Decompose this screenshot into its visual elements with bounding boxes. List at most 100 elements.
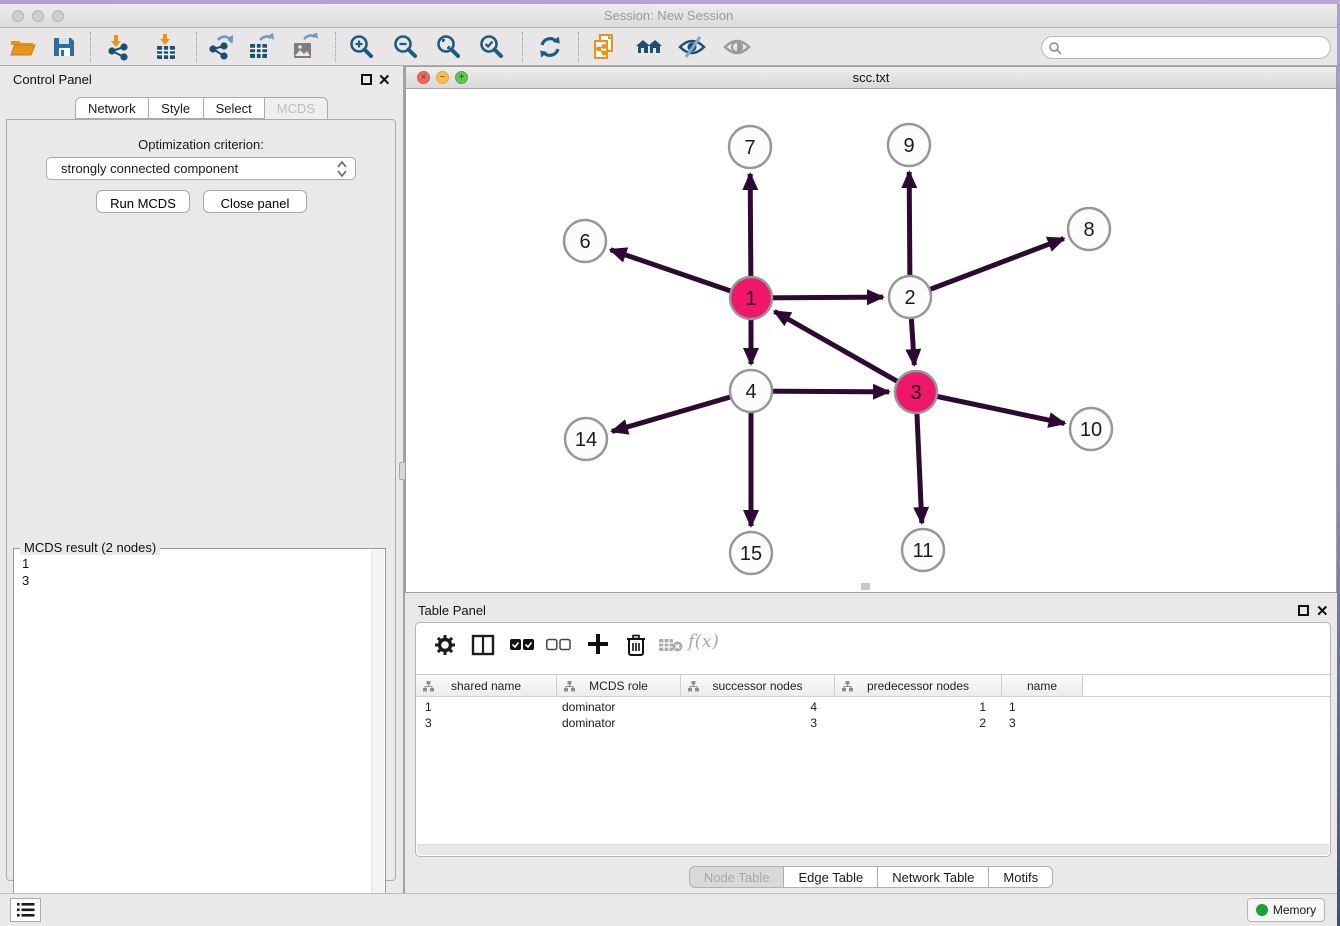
export-image-icon[interactable]	[291, 33, 319, 61]
float-panel-icon[interactable]	[1298, 605, 1309, 616]
deselect-all-icon[interactable]	[546, 638, 572, 654]
refresh-icon[interactable]	[536, 33, 564, 61]
graph-node-2[interactable]: 2	[889, 276, 931, 318]
save-session-icon[interactable]	[50, 33, 78, 61]
column-header-mcds-role[interactable]: MCDS role	[557, 675, 681, 696]
graph-edge-3-1[interactable]	[774, 311, 916, 392]
criterion-select[interactable]: strongly connected component	[46, 157, 356, 180]
search-icon	[1048, 41, 1063, 56]
show-columns-icon[interactable]	[471, 634, 495, 659]
select-stepper-icon	[337, 160, 347, 178]
network-hscroll-thumb[interactable]	[861, 583, 870, 590]
column-label: name	[1027, 679, 1057, 693]
cell-predecessor-nodes[interactable]: 2	[835, 715, 1002, 731]
cell-shared-name[interactable]: 3	[416, 715, 557, 731]
cell-name[interactable]: 1	[1002, 699, 1083, 715]
toolbar-separator	[196, 32, 197, 62]
float-panel-icon[interactable]	[361, 74, 372, 85]
tab-network-table[interactable]: Network Table	[878, 866, 989, 888]
column-header-shared-name[interactable]: shared name	[416, 675, 557, 696]
table-hscrollbar[interactable]	[417, 844, 1329, 855]
delete-column-icon[interactable]	[626, 634, 646, 660]
zoom-in-icon[interactable]	[348, 33, 376, 61]
graph-node-4[interactable]: 4	[730, 370, 772, 412]
graph-node-label: 15	[740, 543, 762, 565]
column-header-name[interactable]: name	[1002, 675, 1083, 696]
function-builder-icon[interactable]: f(x)	[688, 631, 719, 652]
tab-style[interactable]: Style	[149, 97, 204, 119]
export-table-icon[interactable]	[247, 33, 275, 61]
graph-node-9[interactable]: 9	[888, 124, 930, 166]
memory-status-icon	[1256, 904, 1268, 916]
mcds-result-title: MCDS result (2 nodes)	[20, 540, 160, 555]
cell-name[interactable]: 3	[1002, 715, 1083, 731]
close-panel-icon[interactable]: ✕	[378, 71, 391, 89]
import-network-icon[interactable]	[104, 33, 132, 61]
tab-edge-table[interactable]: Edge Table	[784, 866, 878, 888]
tab-mcds[interactable]: MCDS	[265, 97, 328, 119]
graph-node-8[interactable]: 8	[1068, 208, 1110, 250]
graph-node-6[interactable]: 6	[564, 220, 606, 262]
table-row[interactable]: 1 dominator 4 1 1	[416, 699, 1330, 715]
add-column-icon[interactable]	[586, 632, 610, 659]
cell-shared-name[interactable]: 1	[416, 699, 557, 715]
column-header-predecessor-nodes[interactable]: predecessor nodes	[835, 675, 1002, 696]
eye-slash-icon[interactable]	[678, 33, 706, 61]
cell-mcds-role[interactable]: dominator	[557, 699, 681, 715]
select-all-icon[interactable]	[510, 638, 536, 654]
export-network-icon[interactable]	[206, 33, 234, 61]
close-panel-icon[interactable]: ✕	[1316, 602, 1329, 620]
graph-node-label: 6	[579, 231, 590, 253]
tab-node-table[interactable]: Node Table	[689, 866, 785, 888]
delete-table-icon[interactable]	[659, 638, 683, 655]
graph-node-label: 9	[903, 135, 914, 157]
run-mcds-button[interactable]: Run MCDS	[96, 190, 190, 213]
graph-node-7[interactable]: 7	[729, 126, 771, 168]
graph-node-label: 2	[904, 287, 915, 309]
task-history-button[interactable]	[10, 898, 41, 922]
graph-edge-3-10[interactable]	[916, 392, 1065, 423]
graph-node-15[interactable]: 15	[730, 532, 772, 574]
column-header-successor-nodes[interactable]: successor nodes	[681, 675, 835, 696]
graph-node-label: 4	[745, 381, 756, 403]
graph-node-1[interactable]: 1	[730, 277, 772, 319]
cell-successor-nodes[interactable]: 3	[681, 715, 835, 731]
table-row[interactable]: 3 dominator 3 2 3	[416, 715, 1330, 731]
tab-motifs[interactable]: Motifs	[989, 866, 1053, 888]
graph-node-3[interactable]: 3	[895, 371, 937, 413]
graph-edge-1-6[interactable]	[611, 250, 751, 298]
zoom-selected-icon[interactable]	[478, 33, 506, 61]
mcds-panel: Optimization criterion: strongly connect…	[6, 119, 396, 881]
import-table-icon[interactable]	[152, 33, 180, 61]
mcds-result-scrollbar[interactable]	[371, 550, 384, 924]
graph-edge-2-8[interactable]	[910, 239, 1064, 297]
table-header-row: shared name MCDS role successor nodes pr…	[416, 674, 1330, 697]
cell-mcds-role[interactable]: dominator	[557, 715, 681, 731]
control-panel: Control Panel ✕ Network Style Select MCD…	[0, 66, 403, 893]
graph-node-10[interactable]: 10	[1070, 408, 1112, 450]
cell-successor-nodes[interactable]: 4	[681, 699, 835, 715]
tab-select[interactable]: Select	[204, 97, 265, 119]
graph-node-14[interactable]: 14	[565, 418, 607, 460]
control-panel-header: Control Panel ✕	[0, 66, 403, 94]
network-graph[interactable]: 7 9 6 8 1 2 4 3 14 10 15 11	[406, 89, 1336, 592]
table-settings-gear-icon[interactable]	[434, 634, 456, 659]
toolbar-separator	[90, 32, 91, 62]
network-window-titlebar[interactable]: × − + scc.txt	[406, 67, 1336, 89]
graph-node-11[interactable]: 11	[902, 529, 944, 571]
memory-button[interactable]: Memory	[1247, 898, 1325, 922]
cell-predecessor-nodes[interactable]: 1	[835, 699, 1002, 715]
zoom-out-icon[interactable]	[392, 33, 420, 61]
toolbar-separator	[522, 32, 523, 62]
homes-icon[interactable]	[635, 33, 663, 61]
tab-network[interactable]: Network	[75, 97, 149, 119]
network-from-selection-icon[interactable]	[592, 33, 620, 61]
zoom-fit-icon[interactable]	[435, 33, 463, 61]
table-toolbar: f(x)	[416, 623, 1330, 669]
close-panel-button[interactable]: Close panel	[203, 190, 307, 213]
column-label: successor nodes	[712, 679, 802, 693]
search-input[interactable]	[1041, 36, 1331, 59]
open-session-icon[interactable]	[9, 33, 37, 61]
mcds-result-text[interactable]: 1 3	[22, 555, 29, 589]
eye-icon[interactable]	[723, 33, 751, 61]
